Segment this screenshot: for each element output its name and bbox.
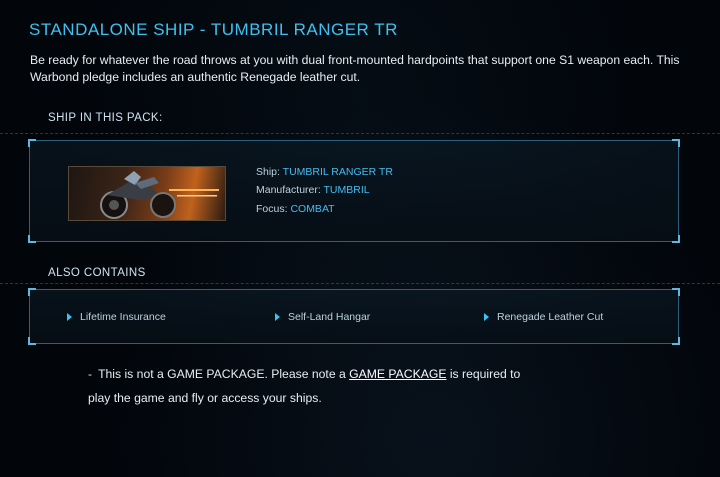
item-label: Self-Land Hangar [288,311,371,323]
panel-corner [672,235,680,243]
note-dash: - [88,367,93,381]
panel-corner [28,288,36,296]
panel-corner [28,235,36,243]
page-title: STANDALONE SHIP - TUMBRIL RANGER TR [29,20,398,39]
divider [0,133,720,134]
ship-section-heading: SHIP IN THIS PACK: [48,112,163,124]
spec-ship: Ship: TUMBRIL RANGER TR [256,166,393,178]
spec-manufacturer: Manufacturer: TUMBRIL [256,184,370,196]
list-item: Self-Land Hangar [275,311,370,323]
panel-corner [672,337,680,345]
panel-corner [672,139,680,147]
spec-focus-label: Focus: [256,203,288,215]
list-item: Renegade Leather Cut [484,311,603,323]
game-package-link[interactable]: GAME PACKAGE [349,367,446,381]
item-label: Renegade Leather Cut [497,311,604,323]
contains-section-heading: ALSO CONTAINS [48,267,146,279]
bullet-icon [275,313,280,322]
ship-thumbnail[interactable] [68,166,226,221]
spec-manufacturer-label: Manufacturer: [256,184,321,196]
spec-focus: Focus: COMBAT [256,203,335,215]
contains-panel: Lifetime Insurance Self-Land Hangar Rene… [28,288,680,345]
bullet-icon [484,313,489,322]
spec-ship-label: Ship: [256,166,280,178]
panel-corner [672,288,680,296]
pledge-description: Be ready for whatever the road throws at… [30,53,680,84]
ship-panel: Ship: TUMBRIL RANGER TR Manufacturer: TU… [28,139,680,243]
spec-focus-value: COMBAT [290,203,335,215]
panel-corner [28,139,36,147]
panel-corner [28,337,36,345]
spec-manufacturer-value: TUMBRIL [323,184,370,196]
bullet-icon [67,313,72,322]
ship-image-illustration [100,171,219,219]
game-package-note: - This is not a GAME PACKAGE. Please note… [88,362,528,410]
note-text-before: This is not a GAME PACKAGE. Please note … [98,367,346,381]
list-item: Lifetime Insurance [67,311,166,323]
spec-ship-value: TUMBRIL RANGER TR [282,166,393,178]
divider [0,283,720,284]
item-label: Lifetime Insurance [80,311,166,323]
